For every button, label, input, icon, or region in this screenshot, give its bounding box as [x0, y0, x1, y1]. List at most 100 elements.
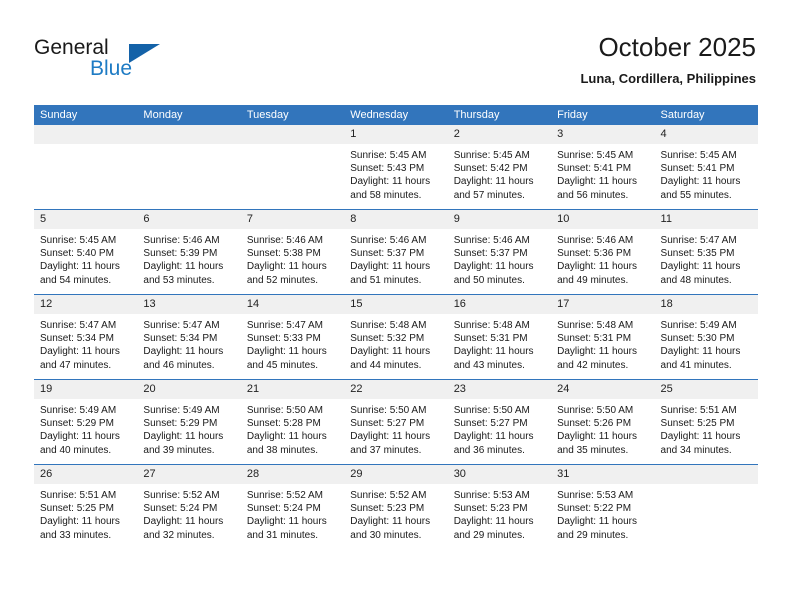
day-sun-info: Sunrise: 5:45 AM Sunset: 5:42 PM Dayligh…: [453, 150, 534, 201]
calendar-day-cell[interactable]: 14 Sunrise: 5:47 AM Sunset: 5:33 PM Dayli…: [240, 294, 345, 380]
day-number: 14: [240, 295, 345, 314]
calendar-day-cell[interactable]: 19 Sunrise: 5:49 AM Sunset: 5:29 PM Dayli…: [34, 379, 138, 465]
day-sun-info: [34, 144, 137, 149]
calendar-day-cell[interactable]: 12 Sunrise: 5:47 AM Sunset: 5:34 PM Dayli…: [34, 294, 138, 380]
weekday-header-sunday: Sunday: [34, 105, 138, 125]
calendar-week-row: 26 Sunrise: 5:51 AM Sunset: 5:25 PM Dayli…: [34, 464, 758, 549]
day-number: 13: [137, 295, 241, 314]
calendar-day-cell[interactable]: 30 Sunrise: 5:53 AM Sunset: 5:23 PM Dayli…: [447, 464, 552, 549]
day-sun-info: Sunrise: 5:48 AM Sunset: 5:31 PM Dayligh…: [453, 320, 534, 371]
calendar-day-cell[interactable]: 2 Sunrise: 5:45 AM Sunset: 5:42 PM Daylig…: [447, 125, 552, 210]
calendar-day-cell[interactable]: 21 Sunrise: 5:50 AM Sunset: 5:28 PM Dayli…: [240, 379, 345, 465]
calendar-table: Sunday Monday Tuesday Wednesday Thursday…: [34, 105, 758, 549]
weekday-header-tuesday: Tuesday: [240, 105, 345, 125]
calendar-day-cell[interactable]: 17 Sunrise: 5:48 AM Sunset: 5:31 PM Dayli…: [551, 294, 655, 380]
day-number: [137, 125, 241, 144]
weekday-header-monday: Monday: [137, 105, 241, 125]
calendar-day-cell[interactable]: 22 Sunrise: 5:50 AM Sunset: 5:27 PM Dayli…: [344, 379, 448, 465]
calendar-day-cell[interactable]: 18 Sunrise: 5:49 AM Sunset: 5:30 PM Dayli…: [654, 294, 758, 380]
weekday-header-thursday: Thursday: [447, 105, 552, 125]
calendar-cell-empty: [240, 125, 345, 210]
day-number: 27: [137, 465, 241, 484]
general-blue-logo[interactable]: General Blue: [34, 36, 214, 86]
calendar-day-cell[interactable]: 6 Sunrise: 5:46 AM Sunset: 5:39 PM Daylig…: [137, 209, 241, 295]
day-number: 22: [344, 380, 448, 399]
logo-text-blue: Blue: [90, 57, 133, 80]
day-number: 8: [344, 210, 448, 229]
day-number: 3: [551, 125, 655, 144]
calendar-cell-empty: [34, 125, 138, 210]
day-sun-info: Sunrise: 5:50 AM Sunset: 5:26 PM Dayligh…: [557, 405, 637, 456]
day-number: [240, 125, 345, 144]
calendar-day-cell[interactable]: 5 Sunrise: 5:45 AM Sunset: 5:40 PM Daylig…: [34, 209, 138, 295]
day-sun-info: Sunrise: 5:51 AM Sunset: 5:25 PM Dayligh…: [660, 405, 741, 456]
day-sun-info: Sunrise: 5:48 AM Sunset: 5:31 PM Dayligh…: [557, 320, 637, 371]
day-sun-info: [655, 484, 758, 489]
calendar-day-cell[interactable]: 7 Sunrise: 5:46 AM Sunset: 5:38 PM Daylig…: [240, 209, 345, 295]
calendar-body: 1 Sunrise: 5:45 AM Sunset: 5:43 PM Daylig…: [34, 125, 758, 549]
day-number: 28: [240, 465, 345, 484]
day-sun-info: Sunrise: 5:45 AM Sunset: 5:43 PM Dayligh…: [350, 150, 431, 201]
day-number: 21: [240, 380, 345, 399]
calendar-cell-empty: [654, 464, 758, 549]
day-number: 23: [447, 380, 552, 399]
day-number: 12: [34, 295, 138, 314]
day-sun-info: Sunrise: 5:46 AM Sunset: 5:37 PM Dayligh…: [453, 235, 534, 286]
calendar-day-cell[interactable]: 26 Sunrise: 5:51 AM Sunset: 5:25 PM Dayli…: [34, 464, 138, 549]
calendar-day-cell[interactable]: 27 Sunrise: 5:52 AM Sunset: 5:24 PM Dayli…: [137, 464, 241, 549]
calendar-day-cell[interactable]: 28 Sunrise: 5:52 AM Sunset: 5:24 PM Dayli…: [240, 464, 345, 549]
day-number: 10: [551, 210, 655, 229]
day-number: 24: [551, 380, 655, 399]
day-sun-info: Sunrise: 5:46 AM Sunset: 5:38 PM Dayligh…: [246, 235, 327, 286]
calendar-day-cell[interactable]: 9 Sunrise: 5:46 AM Sunset: 5:37 PM Daylig…: [447, 209, 552, 295]
day-number: 20: [137, 380, 241, 399]
day-sun-info: Sunrise: 5:53 AM Sunset: 5:23 PM Dayligh…: [453, 490, 534, 541]
calendar-week-row: 1 Sunrise: 5:45 AM Sunset: 5:43 PM Daylig…: [34, 125, 758, 210]
day-sun-info: Sunrise: 5:46 AM Sunset: 5:39 PM Dayligh…: [143, 235, 224, 286]
weekday-header-wednesday: Wednesday: [344, 105, 448, 125]
weekday-header-row: Sunday Monday Tuesday Wednesday Thursday…: [34, 105, 758, 125]
title-block: October 2025 Luna, Cordillera, Philippin…: [580, 30, 756, 89]
day-number: 9: [447, 210, 552, 229]
calendar-day-cell[interactable]: 16 Sunrise: 5:48 AM Sunset: 5:31 PM Dayli…: [447, 294, 552, 380]
calendar-day-cell[interactable]: 1 Sunrise: 5:45 AM Sunset: 5:43 PM Daylig…: [344, 125, 448, 210]
day-sun-info: Sunrise: 5:51 AM Sunset: 5:25 PM Dayligh…: [40, 490, 120, 541]
day-sun-info: Sunrise: 5:49 AM Sunset: 5:29 PM Dayligh…: [40, 405, 120, 456]
calendar-day-cell[interactable]: 4 Sunrise: 5:45 AM Sunset: 5:41 PM Daylig…: [654, 125, 758, 210]
calendar-day-cell[interactable]: 8 Sunrise: 5:46 AM Sunset: 5:37 PM Daylig…: [344, 209, 448, 295]
calendar-day-cell[interactable]: 3 Sunrise: 5:45 AM Sunset: 5:41 PM Daylig…: [551, 125, 655, 210]
day-sun-info: [241, 144, 344, 149]
calendar-day-cell[interactable]: 24 Sunrise: 5:50 AM Sunset: 5:26 PM Dayli…: [551, 379, 655, 465]
page-title: October 2025: [598, 32, 756, 62]
day-sun-info: Sunrise: 5:49 AM Sunset: 5:30 PM Dayligh…: [660, 320, 741, 371]
day-sun-info: Sunrise: 5:52 AM Sunset: 5:24 PM Dayligh…: [246, 490, 327, 541]
calendar-day-cell[interactable]: 10 Sunrise: 5:46 AM Sunset: 5:36 PM Dayli…: [551, 209, 655, 295]
calendar-day-cell[interactable]: 25 Sunrise: 5:51 AM Sunset: 5:25 PM Dayli…: [654, 379, 758, 465]
day-sun-info: Sunrise: 5:46 AM Sunset: 5:37 PM Dayligh…: [350, 235, 431, 286]
day-sun-info: Sunrise: 5:45 AM Sunset: 5:41 PM Dayligh…: [660, 150, 741, 201]
calendar-day-cell[interactable]: 13 Sunrise: 5:47 AM Sunset: 5:34 PM Dayli…: [137, 294, 241, 380]
calendar-day-cell[interactable]: 20 Sunrise: 5:49 AM Sunset: 5:29 PM Dayli…: [137, 379, 241, 465]
calendar-day-cell[interactable]: 15 Sunrise: 5:48 AM Sunset: 5:32 PM Dayli…: [344, 294, 448, 380]
calendar-cell-empty: [137, 125, 241, 210]
calendar-week-row: 12 Sunrise: 5:47 AM Sunset: 5:34 PM Dayli…: [34, 294, 758, 380]
calendar-day-cell[interactable]: 11 Sunrise: 5:47 AM Sunset: 5:35 PM Dayli…: [654, 209, 758, 295]
day-number: 7: [240, 210, 345, 229]
calendar-page: General Blue October 2025 Luna, Cordille…: [0, 0, 792, 612]
day-number: 19: [34, 380, 138, 399]
calendar-day-cell[interactable]: 29 Sunrise: 5:52 AM Sunset: 5:23 PM Dayli…: [344, 464, 448, 549]
triangle-icon: [129, 44, 160, 63]
page-subtitle: Luna, Cordillera, Philippines: [580, 71, 756, 86]
calendar-day-cell[interactable]: 23 Sunrise: 5:50 AM Sunset: 5:27 PM Dayli…: [447, 379, 552, 465]
day-sun-info: Sunrise: 5:50 AM Sunset: 5:28 PM Dayligh…: [246, 405, 327, 456]
day-sun-info: Sunrise: 5:52 AM Sunset: 5:23 PM Dayligh…: [350, 490, 431, 541]
day-sun-info: Sunrise: 5:50 AM Sunset: 5:27 PM Dayligh…: [453, 405, 534, 456]
day-number: 2: [447, 125, 552, 144]
day-number: 25: [654, 380, 758, 399]
day-number: 11: [654, 210, 758, 229]
day-number: 18: [654, 295, 758, 314]
day-number: 16: [447, 295, 552, 314]
day-number: 4: [654, 125, 758, 144]
day-number: 5: [34, 210, 138, 229]
calendar-day-cell[interactable]: 31 Sunrise: 5:53 AM Sunset: 5:22 PM Dayli…: [551, 464, 655, 549]
